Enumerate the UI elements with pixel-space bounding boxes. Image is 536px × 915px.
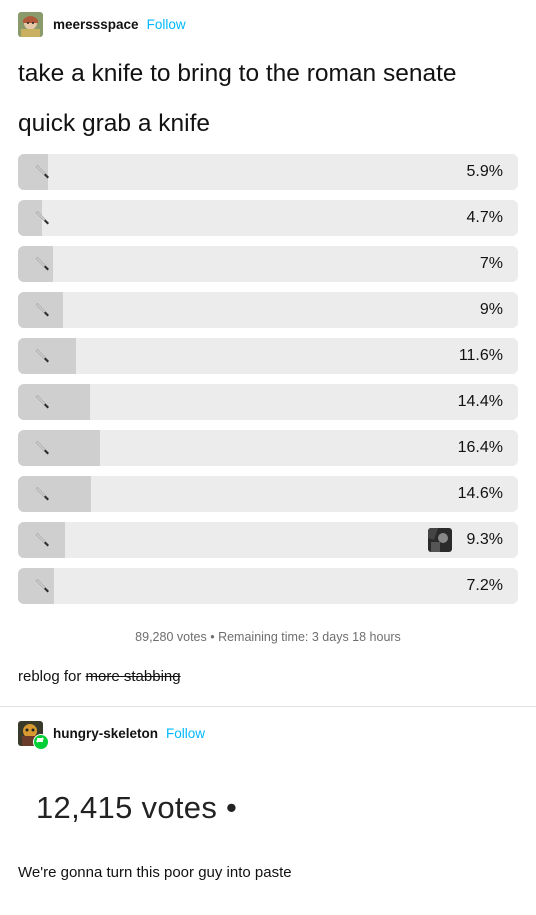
caption-text: reblog for [18, 668, 86, 685]
poll-option[interactable]: 7% [18, 246, 518, 282]
knife-icon [34, 302, 50, 318]
poll-option-percent: 16.4% [457, 439, 503, 456]
follow-button[interactable]: Follow [147, 17, 186, 32]
knife-icon [34, 532, 50, 548]
reblog-author-username[interactable]: hungry-skeleton [53, 726, 158, 741]
poll-option[interactable]: 16.4% [18, 430, 518, 466]
poll-option-percent: 14.4% [457, 393, 503, 410]
knife-icon [34, 578, 50, 594]
poll-option[interactable]: 9% [18, 292, 518, 328]
poll-option-percent: 7% [479, 255, 503, 272]
poll-option-percent: 14.6% [457, 485, 503, 502]
poll-option-percent: 11.6% [458, 347, 503, 364]
reblog-image-text: 12,415 votes • [36, 790, 238, 825]
knife-icon [34, 210, 50, 226]
poll-option-percent: 9.3% [466, 531, 503, 548]
divider [0, 706, 536, 707]
poll-option[interactable]: 9.3% [18, 522, 518, 558]
poll-option[interactable]: 4.7% [18, 200, 518, 236]
poll-result-bar [18, 384, 90, 420]
poll-option-percent: 7.2% [466, 577, 503, 594]
post-header: meerssspace Follow [18, 11, 186, 37]
poll-option[interactable]: 5.9% [18, 154, 518, 190]
poll-option-percent: 5.9% [466, 163, 503, 180]
avatar[interactable] [18, 11, 43, 37]
knife-icon [34, 348, 50, 364]
poll-option-percent: 4.7% [466, 209, 503, 226]
poll-result-bar [18, 476, 91, 512]
author-username[interactable]: meerssspace [53, 17, 139, 32]
poll-vote-info: 89,280 votes • Remaining time: 3 days 18… [135, 630, 401, 644]
poll-option[interactable]: 14.6% [18, 476, 518, 512]
poll-result-bar [18, 430, 100, 466]
knife-icon [34, 486, 50, 502]
poll-options: 5.9% 4.7% 7% 9% 11.6% 14.4% 16.4% 14.6% 9.3% 7.2% [18, 154, 518, 614]
poll-option[interactable]: 7.2% [18, 568, 518, 604]
reblog-header: hungry-skeleton Follow [18, 720, 205, 750]
reblog-follow-button[interactable]: Follow [166, 726, 205, 741]
caption-strikethrough-text: more stabbing [85, 668, 181, 685]
poll-option-percent: 9% [479, 301, 503, 318]
knife-icon [34, 394, 50, 410]
reblog-icon [33, 733, 49, 750]
poll-question: take a knife to bring to the roman senat… [18, 60, 457, 137]
poll-option[interactable]: 14.4% [18, 384, 518, 420]
post-caption: reblog for more stabbing [18, 668, 181, 685]
reblog-body-text: We're gonna turn this poor guy into past… [18, 864, 292, 881]
knife-icon [34, 164, 50, 180]
voter-avatar [428, 528, 452, 552]
poll-option[interactable]: 11.6% [18, 338, 518, 374]
reblog-avatar-wrap[interactable] [18, 720, 49, 750]
knife-icon [34, 440, 50, 456]
knife-icon [34, 256, 50, 272]
